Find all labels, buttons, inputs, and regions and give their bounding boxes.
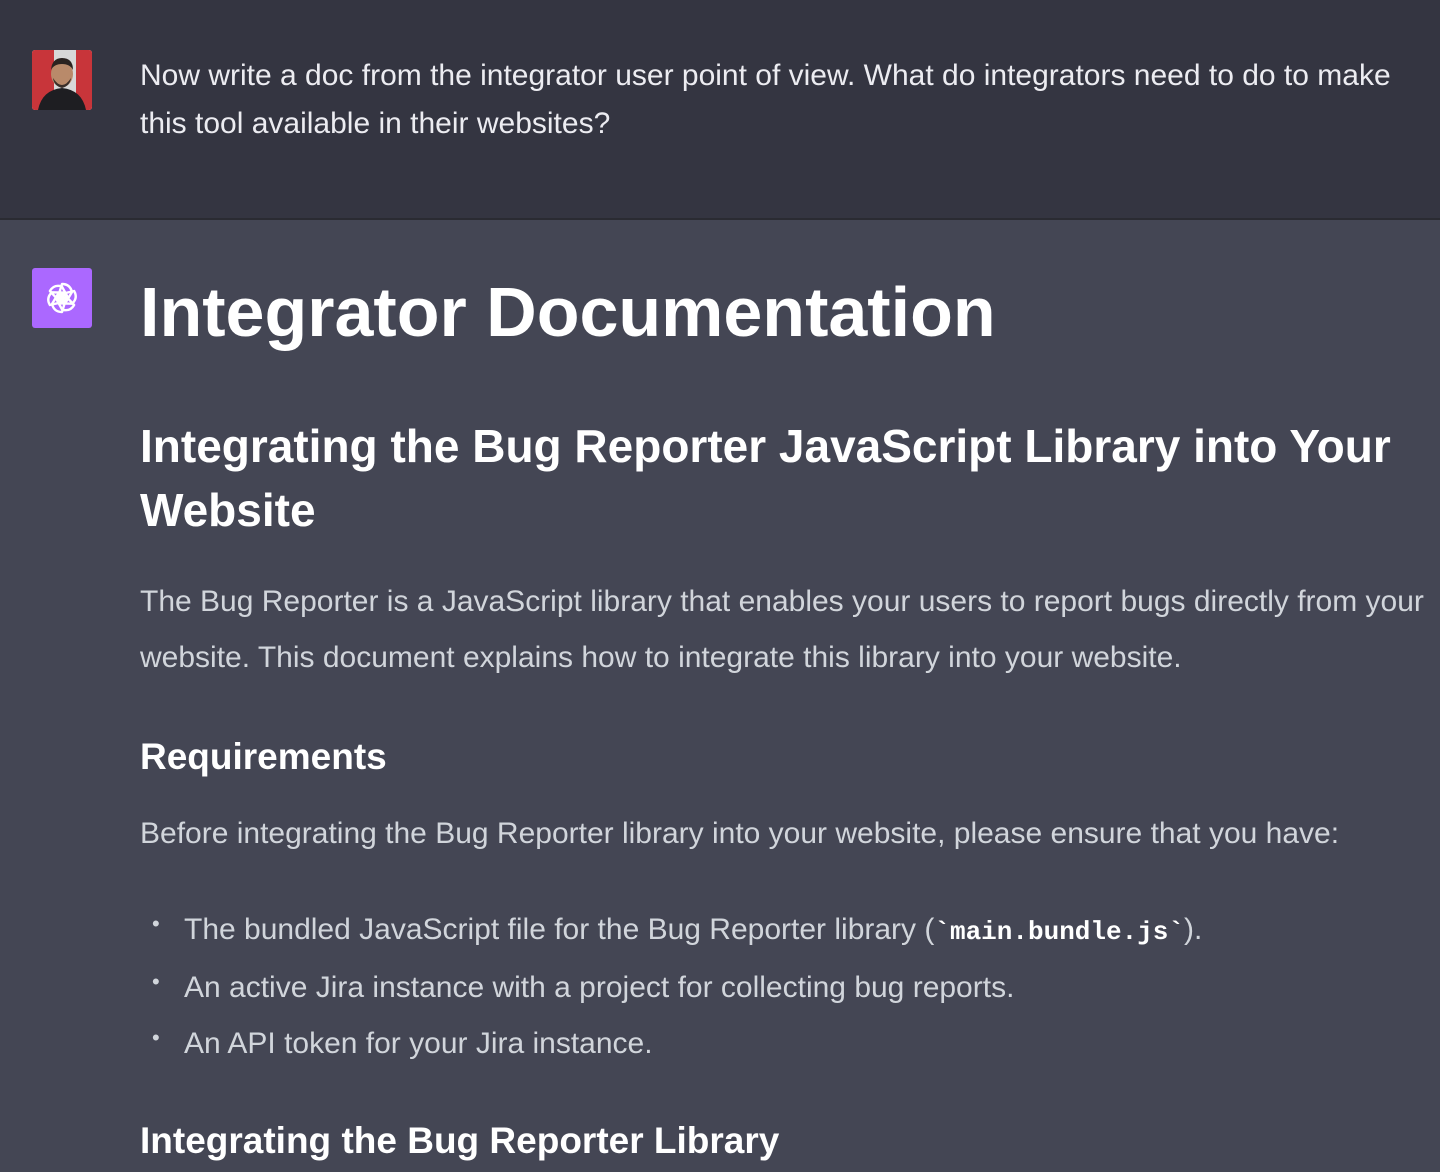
- requirements-heading: Requirements: [140, 736, 387, 777]
- user-avatar: [32, 50, 92, 110]
- user-message-row: Now write a doc from the integrator user…: [0, 0, 1440, 220]
- user-prompt-text: Now write a doc from the integrator user…: [140, 59, 1391, 140]
- doc-title: Integrator Documentation: [140, 273, 996, 351]
- bullet-icon: •: [152, 1025, 160, 1050]
- openai-logo-icon: [47, 282, 77, 314]
- list-item: • An API token for your Jira instance.: [140, 1016, 1202, 1072]
- list-item-text-end: ).: [1184, 913, 1203, 946]
- list-item-text: An active Jira instance with a project f…: [184, 971, 1015, 1004]
- requirements-intro: Before integrating the Bug Reporter libr…: [140, 817, 1340, 850]
- list-item: • An active Jira instance with a project…: [140, 960, 1202, 1016]
- bullet-icon: •: [152, 911, 160, 936]
- list-item: • The bundled JavaScript file for the Bu…: [140, 902, 1202, 960]
- intro-paragraph: The Bug Reporter is a JavaScript library…: [140, 585, 1424, 674]
- assistant-message-row: Integrator Documentation Integrating the…: [0, 220, 1440, 1172]
- bullet-icon: •: [152, 969, 160, 994]
- requirements-list: • The bundled JavaScript file for the Bu…: [140, 902, 1202, 1072]
- inline-code: `main.bundle.js`: [934, 917, 1185, 947]
- doc-subtitle: Integrating the Bug Reporter JavaScript …: [140, 420, 1391, 536]
- assistant-avatar: [32, 268, 92, 328]
- user-avatar-photo: [32, 50, 92, 110]
- list-item-text: The bundled JavaScript file for the Bug …: [184, 913, 935, 946]
- integrating-heading: Integrating the Bug Reporter Library: [140, 1120, 780, 1161]
- list-item-text: An API token for your Jira instance.: [184, 1027, 653, 1060]
